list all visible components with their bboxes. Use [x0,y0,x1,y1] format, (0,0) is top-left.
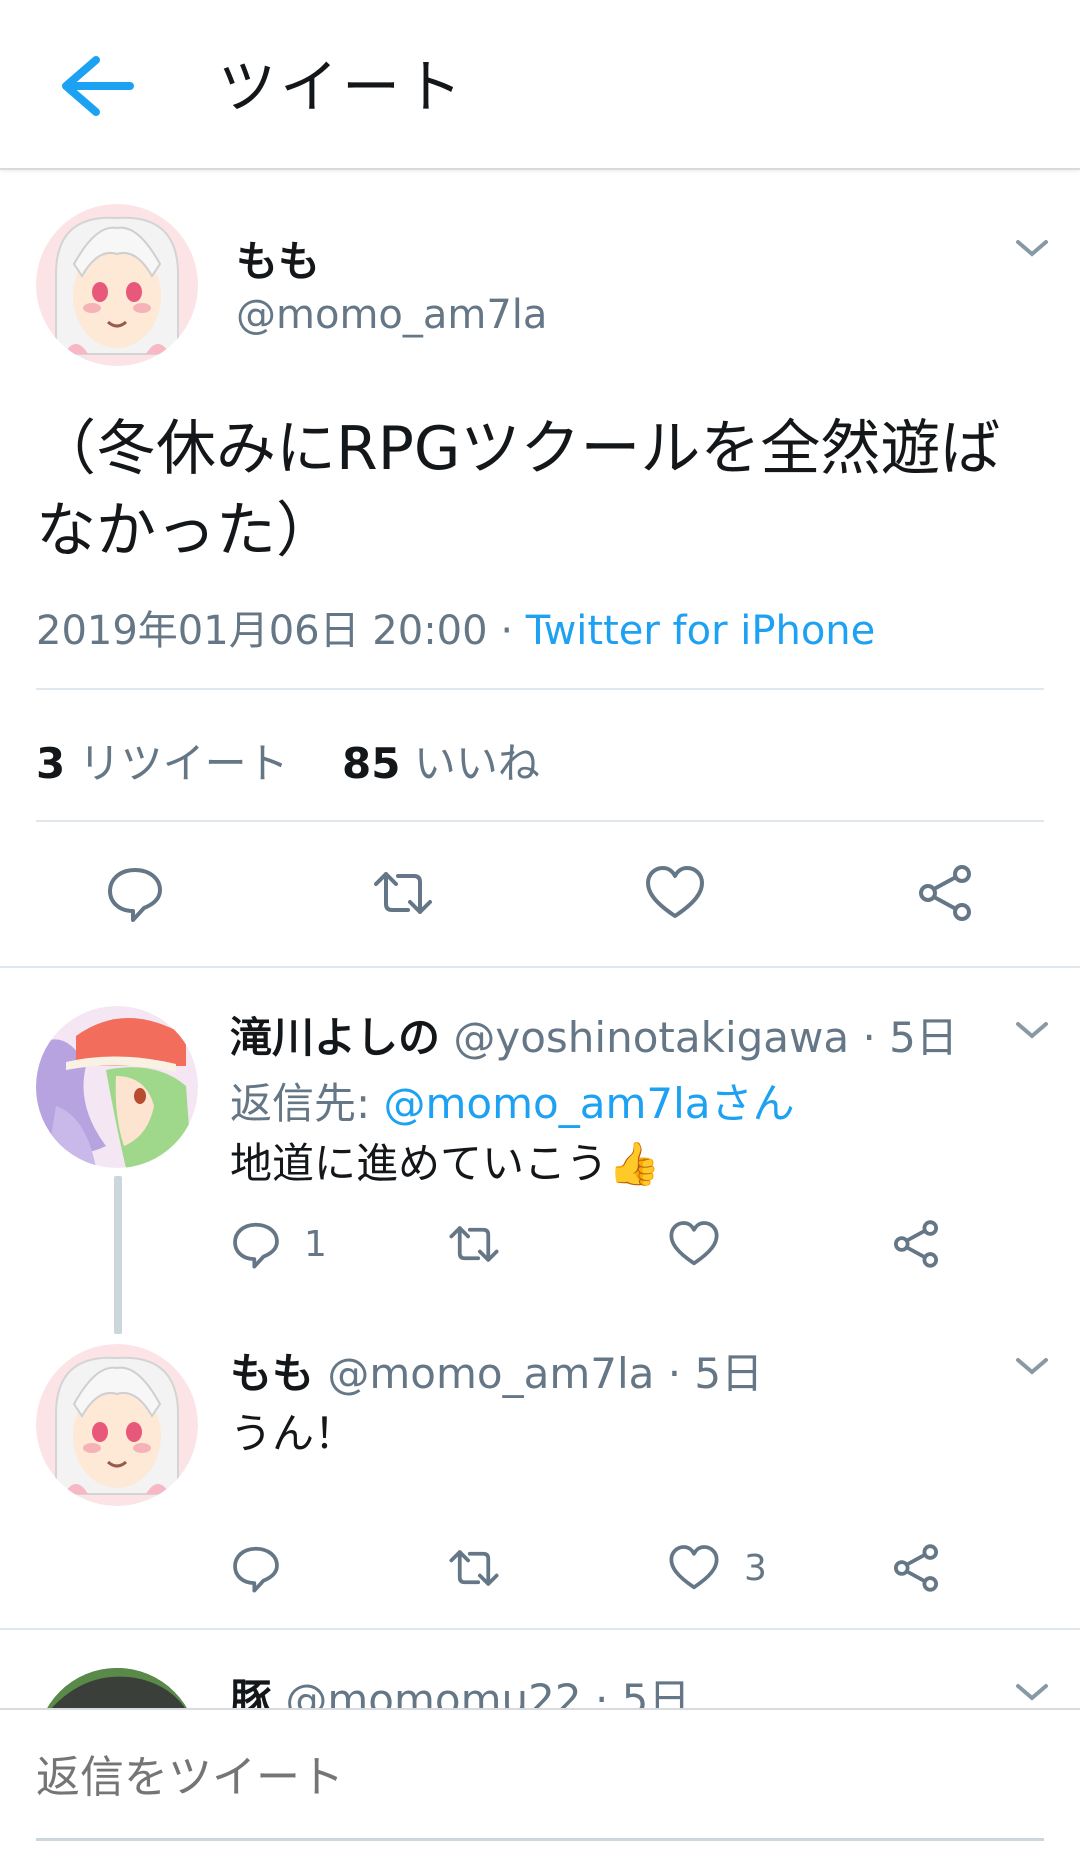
retweet-icon[interactable] [372,862,434,924]
author-handle[interactable]: @yoshinotakigawa [453,1013,849,1062]
like-icon[interactable] [644,862,706,924]
retweet-icon[interactable] [448,1542,500,1594]
chevron-down-icon[interactable] [1012,236,1052,260]
section-divider [0,1628,1080,1630]
tweet-text: （冬休みにRPGツクールを全然遊ばなかった） [36,414,1001,566]
input-underline [36,1838,1044,1841]
retweet-label: リツイート [78,739,289,788]
author-name[interactable]: もも [236,228,320,289]
separator: · [500,608,514,654]
thread-connector [114,1176,122,1334]
avatar[interactable] [36,204,198,366]
reply-to-mention[interactable]: @momo_am7laさん [384,1079,795,1128]
like-count: 85 [342,739,401,788]
like-label: いいね [413,739,540,788]
reply-input[interactable] [36,1752,1036,1803]
retweet-icon[interactable] [448,1218,500,1270]
section-divider [0,966,1080,968]
share-icon[interactable] [890,1542,942,1594]
like-stat[interactable]: 85 いいね [342,739,540,788]
reply-time: · 5日 [667,1349,764,1398]
divider [36,820,1044,822]
back-arrow-icon[interactable] [56,50,136,122]
divider [36,688,1044,690]
chevron-down-icon[interactable] [1012,1018,1052,1042]
share-icon[interactable] [890,1218,942,1270]
reply-text: 地道に進めていこう👍 [230,1139,661,1188]
like-count: 3 [744,1548,767,1589]
share-icon[interactable] [914,862,976,924]
retweet-count: 3 [36,739,66,788]
reply-time: · 5日 [862,1013,958,1062]
reply-to-prefix: 返信先: [230,1079,384,1128]
chevron-down-icon[interactable] [1012,1354,1052,1378]
top-app-bar [0,0,1080,170]
tweet-meta: 2019年01月06日 20:00 · Twitter for iPhone [36,598,875,656]
page-title: ツイート [218,53,467,121]
author-name[interactable]: 滝川よしの [230,1013,440,1062]
reply-text: うん！ [230,1409,357,1458]
reply-count: 1 [304,1224,327,1265]
chevron-down-icon[interactable] [1012,1680,1052,1704]
like-icon[interactable] [668,1542,720,1594]
reply-icon[interactable] [230,1218,282,1270]
author-handle[interactable]: @momo_am7la [327,1349,654,1398]
reply-to: 返信先: @momo_am7laさん [230,1070,795,1131]
reply-header: もも @momo_am7la · 5日 [230,1340,763,1401]
source-link[interactable]: Twitter for iPhone [526,608,876,654]
reply-header: 滝川よしの @yoshinotakigawa · 5日 [230,1004,958,1065]
timestamp: 2019年01月06日 20:00 [36,608,488,654]
like-icon[interactable] [668,1218,720,1270]
avatar[interactable] [36,1344,198,1506]
author-name[interactable]: もも [230,1349,314,1398]
reply-icon[interactable] [104,862,166,924]
avatar[interactable] [36,1006,198,1168]
author-handle[interactable]: @momo_am7la [236,292,547,338]
reply-icon[interactable] [230,1542,282,1594]
retweet-stat[interactable]: 3 リツイート [36,739,289,788]
tweet-stats: 3 リツイート 85 いいね [36,730,540,791]
